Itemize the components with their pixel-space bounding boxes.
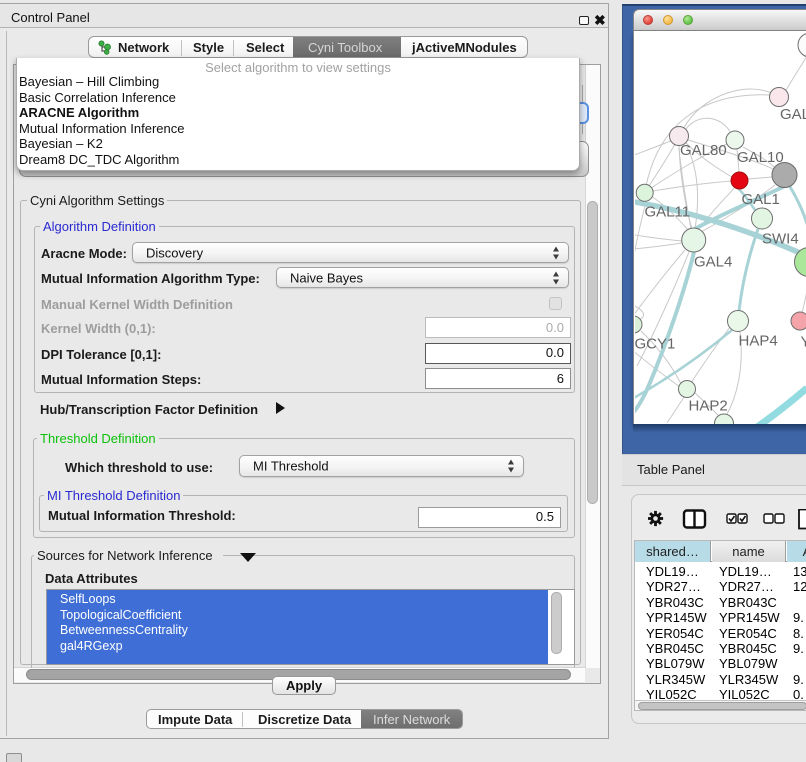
svg-text:Y: Y: [801, 334, 806, 351]
svg-text:GAL11: GAL11: [645, 204, 691, 221]
svg-text:GAL1: GAL1: [742, 191, 780, 208]
svg-text:SWI4: SWI4: [762, 231, 799, 248]
svg-text:HAP4: HAP4: [739, 333, 778, 350]
svg-text:GAL7: GAL7: [780, 106, 806, 123]
svg-text:GAL80: GAL80: [680, 142, 727, 159]
svg-text:GCY1: GCY1: [635, 336, 675, 353]
svg-text:GAL10: GAL10: [737, 149, 784, 166]
svg-text:HAP2: HAP2: [689, 398, 728, 415]
svg-text:GAL4: GAL4: [694, 254, 732, 271]
